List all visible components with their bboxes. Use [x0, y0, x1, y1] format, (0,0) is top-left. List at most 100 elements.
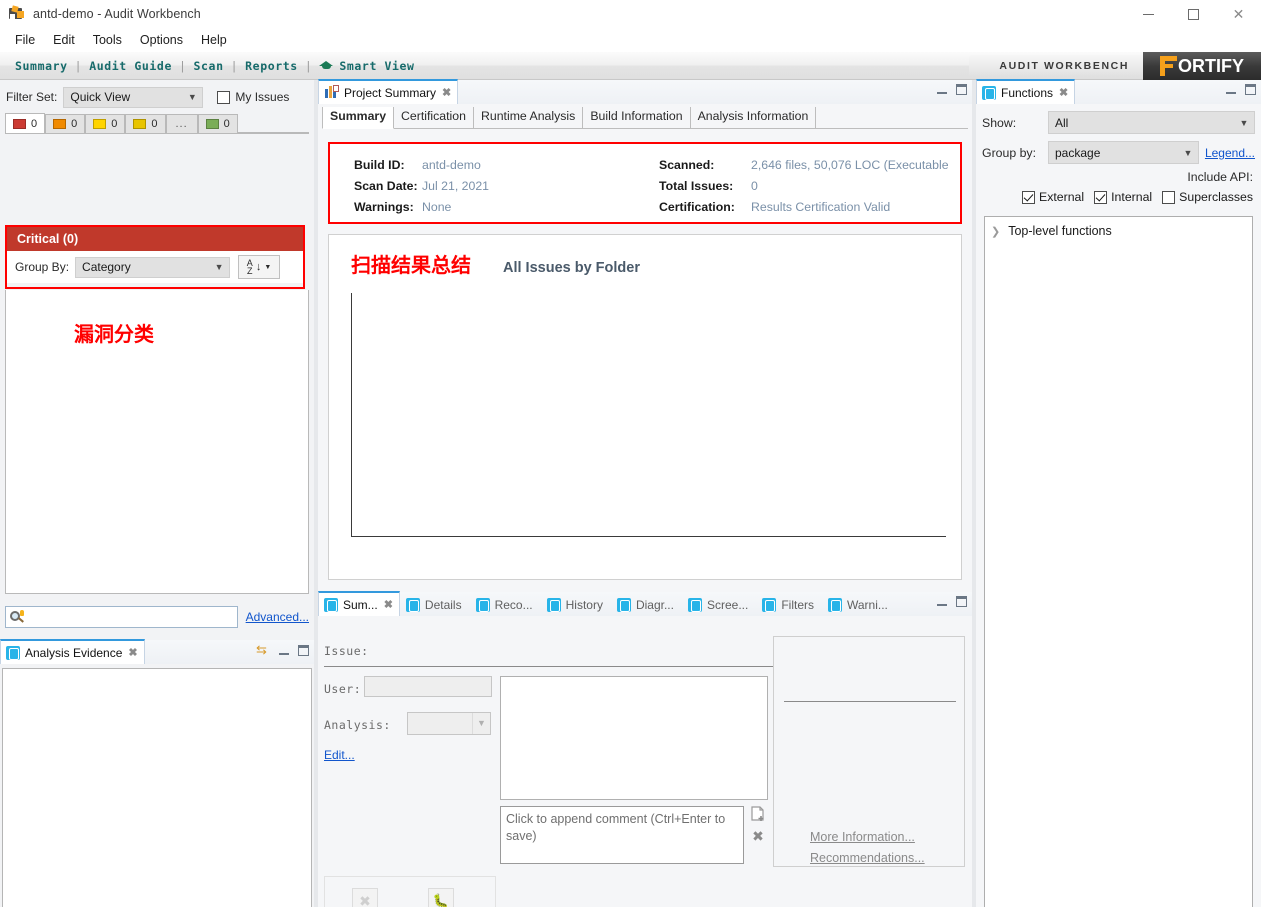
tab-filters[interactable]: Filters	[756, 592, 822, 616]
checkbox-label: Superclasses	[1179, 190, 1253, 204]
severity-tab-critical[interactable]: 0	[5, 113, 46, 133]
toolbar-smart-view-link[interactable]: Smart View	[312, 59, 421, 73]
scan-info-right-column: Scanned: 2,646 files, 50,076 LOC (Execut…	[645, 158, 960, 222]
chevron-right-icon[interactable]: ❯	[991, 225, 1000, 238]
tab-project-summary[interactable]: Project Summary ✖	[318, 79, 459, 104]
minimize-panel-button[interactable]	[937, 604, 947, 606]
severity-tab-overflow[interactable]: ...	[165, 114, 198, 133]
more-information-link[interactable]: More Information...	[810, 830, 915, 844]
filter-set-select[interactable]: Quick View ▼	[63, 86, 204, 108]
bug-icon[interactable]: 🐛	[428, 888, 454, 907]
close-icon[interactable]: ✖	[128, 646, 137, 659]
severity-tab-high[interactable]: 0	[45, 114, 86, 133]
advanced-search-link[interactable]: Advanced...	[246, 610, 309, 624]
toolbar-links: Summary | Audit Guide | Scan | Reports |…	[0, 59, 422, 73]
maximize-button[interactable]	[1171, 0, 1216, 28]
issues-panel: Filter Set: Quick View ▼ My Issues 0 0 0…	[0, 80, 314, 640]
scan-info-left-column: Build ID: antd-demo Scan Date: Jul 21, 2…	[330, 158, 645, 222]
severity-color-swatch	[205, 119, 219, 129]
tree-item-label: Top-level functions	[1008, 224, 1112, 238]
scan-info-card: Build ID: antd-demo Scan Date: Jul 21, 2…	[328, 142, 962, 224]
maximize-panel-button[interactable]	[956, 596, 967, 607]
functions-tree[interactable]: ❯ Top-level functions	[984, 216, 1253, 907]
view-icon	[546, 597, 561, 612]
recommendations-link[interactable]: Recommendations...	[810, 851, 925, 865]
include-api-label: Include API:	[1187, 170, 1253, 184]
group-by-label: Group By:	[15, 260, 70, 274]
maximize-panel-button[interactable]	[298, 644, 309, 656]
suppress-x-icon[interactable]: ✖	[352, 888, 378, 907]
close-icon[interactable]: ✖	[1059, 86, 1068, 99]
subtab-certification[interactable]: Certification	[394, 107, 474, 128]
tree-item-top-level-functions[interactable]: ❯ Top-level functions	[985, 221, 1252, 241]
append-comment-input[interactable]: Click to append comment (Ctrl+Enter to s…	[500, 806, 744, 864]
menu-file[interactable]: File	[6, 30, 44, 50]
checkbox-external[interactable]: External	[1022, 190, 1084, 204]
tab-history[interactable]: History	[541, 592, 611, 616]
tab-screenshots[interactable]: Scree...	[682, 592, 756, 616]
tab-summary[interactable]: Sum... ✖	[318, 591, 400, 616]
menu-help[interactable]: Help	[192, 30, 236, 50]
toolbar-audit-guide-link[interactable]: Audit Guide	[82, 59, 179, 73]
minimize-panel-button[interactable]	[1226, 92, 1236, 94]
severity-tab-medium[interactable]: 0	[85, 114, 126, 133]
maximize-panel-button[interactable]	[1245, 84, 1256, 95]
tab-analysis-evidence[interactable]: Analysis Evidence ✖	[0, 639, 145, 664]
group-by-select[interactable]: Category ▼	[75, 256, 231, 278]
tab-recommendations[interactable]: Reco...	[470, 592, 541, 616]
issue-search-input[interactable]	[5, 606, 238, 628]
show-select[interactable]: All ▼	[1048, 111, 1255, 134]
critical-group-highlight: Critical (0) Group By: Category ▼ AZ ↓ ▼	[5, 225, 305, 289]
minimize-panel-button[interactable]	[279, 652, 289, 655]
toolbar-scan-link[interactable]: Scan	[187, 59, 231, 73]
tab-details[interactable]: Details	[400, 592, 470, 616]
edit-link[interactable]: Edit...	[324, 748, 355, 762]
view-icon	[982, 85, 996, 100]
scan-date-label: Scan Date:	[354, 179, 418, 193]
minimize-panel-button[interactable]	[937, 92, 947, 94]
chevron-down-icon: ▼	[1239, 117, 1249, 128]
subtab-summary[interactable]: Summary	[322, 107, 395, 129]
issue-action-button-group: ✖ 🐛	[324, 876, 496, 907]
toolbar-reports-link[interactable]: Reports	[238, 59, 305, 73]
menu-edit[interactable]: Edit	[44, 30, 84, 50]
minimize-button[interactable]	[1126, 0, 1171, 28]
subtab-runtime-analysis[interactable]: Runtime Analysis	[474, 107, 584, 128]
severity-color-swatch	[133, 119, 147, 129]
workspace: Filter Set: Quick View ▼ My Issues 0 0 0…	[0, 79, 1261, 907]
tab-functions[interactable]: Functions ✖	[976, 79, 1076, 104]
user-field[interactable]	[364, 676, 492, 697]
checkbox-internal[interactable]: Internal	[1094, 190, 1152, 204]
tab-diagram[interactable]: Diagr...	[611, 592, 682, 616]
close-button[interactable]: ✕	[1216, 0, 1261, 28]
menu-tools[interactable]: Tools	[84, 30, 131, 50]
severity-tab-info[interactable]: 0	[197, 114, 238, 133]
group-by-select[interactable]: package ▼	[1048, 141, 1199, 164]
subtab-analysis-information[interactable]: Analysis Information	[691, 107, 817, 128]
add-file-icon[interactable]	[750, 806, 766, 822]
issue-list[interactable]: 漏洞分类	[5, 290, 309, 594]
toolbar-summary-link[interactable]: Summary	[8, 59, 75, 73]
delete-icon[interactable]: ✖	[750, 828, 766, 844]
total-issues-value: 0	[751, 179, 758, 193]
annotation-scan-result-summary: 扫描结果总结	[351, 253, 471, 277]
sash-left[interactable]	[314, 80, 318, 907]
toolbar-separator: |	[178, 58, 187, 73]
link-with-editor-icon[interactable]: ⇆	[256, 643, 270, 656]
maximize-panel-button[interactable]	[956, 84, 967, 95]
severity-tab-low[interactable]: 0	[125, 114, 166, 133]
project-summary-icon	[324, 85, 339, 100]
menu-options[interactable]: Options	[131, 30, 192, 50]
close-icon[interactable]: ✖	[384, 598, 393, 611]
my-issues-checkbox[interactable]: My Issues	[217, 90, 289, 104]
comment-history-box[interactable]	[500, 676, 768, 800]
fortify-brand-text: ORTIFY	[1178, 55, 1244, 76]
subtab-build-information[interactable]: Build Information	[583, 107, 691, 128]
az-sort-icon[interactable]: AZ ↓ ▼	[238, 255, 281, 279]
legend-link[interactable]: Legend...	[1205, 146, 1255, 160]
checkbox-superclasses[interactable]: Superclasses	[1162, 190, 1253, 204]
close-icon[interactable]: ✖	[442, 86, 451, 99]
analysis-select[interactable]: ▼	[407, 712, 491, 735]
sash-right[interactable]	[972, 80, 976, 907]
tab-warnings[interactable]: Warni...	[822, 592, 896, 616]
